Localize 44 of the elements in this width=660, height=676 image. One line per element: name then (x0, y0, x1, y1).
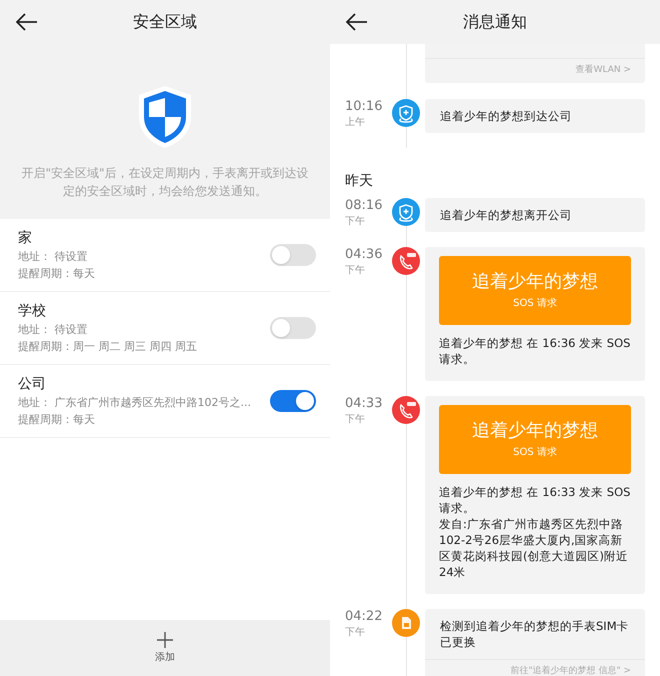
back-icon[interactable] (346, 13, 368, 31)
page-title: 消息通知 (463, 11, 527, 33)
description-text: 开启"安全区域"后，在设定周期内，手表离开或到达设定的安全区域时，均会给您发送通知。 (20, 165, 310, 200)
message-text: 追着少年的梦想到达公司 (440, 108, 573, 124)
back-icon[interactable] (16, 13, 38, 31)
zone-name: 公司 (18, 375, 47, 394)
event-time: 04:36 (345, 247, 384, 263)
event-time: 08:16 (345, 198, 384, 214)
event-period: 下午 (345, 413, 366, 427)
zone-row[interactable]: 家 地址： 待设置 提醒周期：每天 (0, 219, 330, 292)
zone-reminder: 提醒周期：每天 (18, 266, 95, 282)
event-period: 下午 (345, 264, 366, 278)
zone-address: 地址： 待设置 (18, 322, 88, 338)
event-time: 04:22 (345, 609, 384, 625)
message-text: 追着少年的梦想离开公司 (440, 207, 573, 223)
zone-name: 家 (18, 229, 33, 248)
banner-title: 追着少年的梦想 (472, 270, 598, 292)
day-label: 昨天 (345, 173, 373, 189)
message-text: 追着少年的梦想 在 16:36 发来 SOS 请求。 (439, 335, 631, 367)
shield-icon (136, 84, 194, 150)
zone-reminder: 提醒周期：周一 周二 周三 周四 周五 (18, 339, 197, 355)
plus-icon (157, 632, 173, 648)
message-text: 检测到追着少年的梦想的手表SIM卡已更换 (440, 618, 630, 650)
zone-address: 地址： 待设置 (18, 249, 88, 265)
banner-subtitle: SOS 请求 (513, 296, 557, 310)
page-title: 安全区域 (133, 11, 197, 33)
event-period: 上午 (345, 116, 366, 130)
zone-reminder: 提醒周期：每天 (18, 412, 96, 428)
zone-row[interactable]: 学校 地址： 待设置 提醒周期：周一 周二 周三 周四 周五 (0, 292, 330, 365)
event-time: 04:33 (345, 396, 384, 412)
toggle-switch[interactable] (270, 244, 316, 266)
event-time: 10:16 (345, 99, 384, 115)
zone-row[interactable]: 公司 地址： 广东省广州市越秀区先烈中路102号之... 提醒周期：每天 (0, 365, 330, 438)
banner-subtitle: SOS 请求 (513, 446, 557, 460)
event-period: 下午 (345, 626, 366, 640)
toggle-switch[interactable] (270, 317, 316, 339)
message-text: 发自:广东省广州市越秀区先烈中路102-2号26层华盛大厦内,国家高新区黄花岗科技园(创意大道园区)附近24米 (439, 516, 629, 580)
banner-title: 追着少年的梦想 (472, 420, 598, 442)
toggle-switch[interactable] (270, 390, 316, 412)
zone-address: 地址： 广东省广州市越秀区先烈中路102号之... (18, 395, 251, 411)
message-text: 追着少年的梦想 在 16:33 发来 SOS 请求。 (439, 484, 631, 516)
event-period: 下午 (345, 215, 366, 229)
add-button[interactable]: 添加 (0, 620, 330, 676)
zone-name: 学校 (18, 302, 47, 321)
